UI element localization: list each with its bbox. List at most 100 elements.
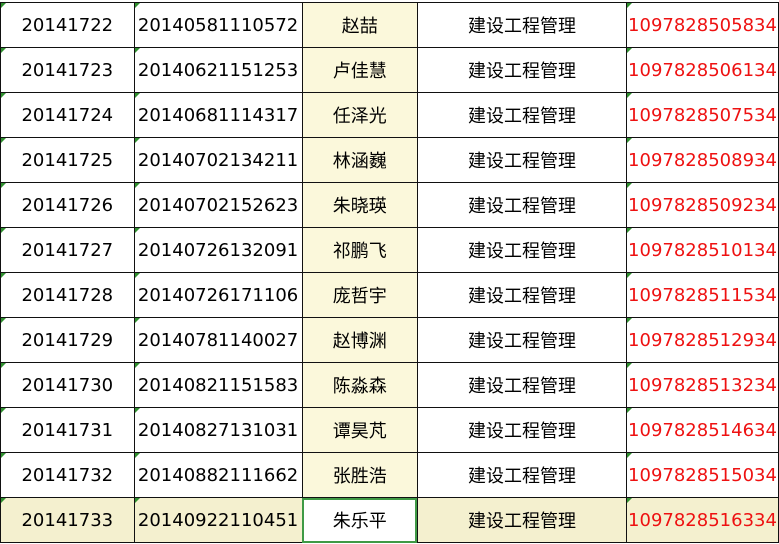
cell-student-name[interactable]: 朱晓瑛 bbox=[301, 182, 418, 228]
number-as-text-marker-icon bbox=[1, 498, 6, 503]
cell-student-name-text: 卢佳慧 bbox=[332, 61, 387, 82]
cell-major[interactable]: 建设工程管理 bbox=[416, 317, 628, 363]
cell-student-id[interactable]: 20141729 bbox=[0, 317, 135, 363]
cell-major[interactable]: 建设工程管理 bbox=[416, 452, 628, 498]
cell-student-name-text: 祁鹏飞 bbox=[332, 241, 387, 262]
cell-student-id[interactable]: 20141726 bbox=[0, 182, 135, 228]
cell-card-number-text: 1097828515034 bbox=[628, 464, 777, 486]
cell-student-name[interactable]: 庞哲宇 bbox=[301, 272, 418, 318]
cell-student-id-text: 20141731 bbox=[21, 419, 114, 441]
cell-card-number[interactable]: 1097828510134 bbox=[626, 227, 779, 273]
cell-major[interactable]: 建设工程管理 bbox=[416, 92, 628, 138]
number-as-text-marker-icon bbox=[627, 138, 632, 143]
cell-student-name[interactable]: 赵喆 bbox=[301, 2, 418, 48]
number-as-text-marker-icon bbox=[135, 93, 140, 98]
cell-major-text: 建设工程管理 bbox=[467, 286, 576, 307]
cell-card-number-text: 1097828512934 bbox=[628, 329, 777, 351]
cell-card-number[interactable]: 1097828511534 bbox=[626, 272, 779, 318]
number-as-text-marker-icon bbox=[627, 363, 632, 368]
number-as-text-marker-icon bbox=[1, 453, 6, 458]
cell-student-name-text: 赵喆 bbox=[341, 16, 378, 37]
cell-card-number[interactable]: 1097828516334 bbox=[626, 497, 779, 543]
cell-student-id[interactable]: 20141733 bbox=[0, 497, 135, 543]
cell-exam-code[interactable]: 20140882111662 bbox=[133, 452, 303, 498]
cell-major-text: 建设工程管理 bbox=[467, 16, 576, 37]
cell-card-number[interactable]: 1097828508934 bbox=[626, 137, 779, 183]
cell-student-name-text: 陈淼森 bbox=[332, 376, 387, 397]
cell-exam-code[interactable]: 20140827131031 bbox=[133, 407, 303, 453]
cell-student-id[interactable]: 20141722 bbox=[0, 2, 135, 48]
cell-student-id[interactable]: 20141725 bbox=[0, 137, 135, 183]
number-as-text-marker-icon bbox=[135, 498, 140, 503]
cell-major[interactable]: 建设工程管理 bbox=[416, 362, 628, 408]
table-row: 20141724 20140681114317 任泽光 建设工程管理 109782850… bbox=[0, 92, 779, 138]
number-as-text-marker-icon bbox=[1, 3, 6, 8]
cell-student-id[interactable]: 20141731 bbox=[0, 407, 135, 453]
cell-student-id[interactable]: 20141723 bbox=[0, 47, 135, 93]
cell-student-name[interactable]: 赵博渊 bbox=[301, 317, 418, 363]
number-as-text-marker-icon bbox=[627, 93, 632, 98]
cell-student-name[interactable]: 卢佳慧 bbox=[301, 47, 418, 93]
cell-student-id-text: 20141727 bbox=[21, 239, 114, 261]
cell-major-text: 建设工程管理 bbox=[467, 331, 576, 352]
cell-exam-code-text: 20140922110451 bbox=[137, 509, 299, 531]
cell-major[interactable]: 建设工程管理 bbox=[416, 2, 628, 48]
table-row: 20141733 20140922110451 朱乐平 建设工程管理 109782851… bbox=[0, 497, 779, 543]
cell-card-number[interactable]: 1097828505834 bbox=[626, 2, 779, 48]
number-as-text-marker-icon bbox=[627, 48, 632, 53]
cell-student-name[interactable]: 朱乐平 bbox=[301, 497, 418, 543]
cell-major-text: 建设工程管理 bbox=[467, 196, 576, 217]
number-as-text-marker-icon bbox=[627, 453, 632, 458]
cell-student-name[interactable]: 林涵巍 bbox=[301, 137, 418, 183]
cell-major[interactable]: 建设工程管理 bbox=[416, 497, 628, 543]
number-as-text-marker-icon bbox=[135, 228, 140, 233]
cell-card-number[interactable]: 1097828515034 bbox=[626, 452, 779, 498]
cell-card-number-text: 1097828510134 bbox=[628, 239, 777, 261]
cell-major[interactable]: 建设工程管理 bbox=[416, 227, 628, 273]
cell-major[interactable]: 建设工程管理 bbox=[416, 137, 628, 183]
cell-exam-code[interactable]: 20140702134211 bbox=[133, 137, 303, 183]
cell-student-name-text: 谭昊芃 bbox=[332, 421, 387, 442]
cell-student-id[interactable]: 20141732 bbox=[0, 452, 135, 498]
cell-exam-code[interactable]: 20140581110572 bbox=[133, 2, 303, 48]
number-as-text-marker-icon bbox=[135, 48, 140, 53]
cell-card-number[interactable]: 1097828506134 bbox=[626, 47, 779, 93]
cell-major[interactable]: 建设工程管理 bbox=[416, 407, 628, 453]
cell-major-text: 建设工程管理 bbox=[467, 376, 576, 397]
number-as-text-marker-icon bbox=[627, 498, 632, 503]
cell-major[interactable]: 建设工程管理 bbox=[416, 47, 628, 93]
cell-card-number[interactable]: 1097828509234 bbox=[626, 182, 779, 228]
cell-exam-code[interactable]: 20140621151253 bbox=[133, 47, 303, 93]
cell-exam-code[interactable]: 20140726171106 bbox=[133, 272, 303, 318]
table-row: 20141723 20140621151253 卢佳慧 建设工程管理 109782850… bbox=[0, 47, 779, 93]
cell-exam-code[interactable]: 20140781140027 bbox=[133, 317, 303, 363]
cell-major[interactable]: 建设工程管理 bbox=[416, 182, 628, 228]
cell-student-id[interactable]: 20141727 bbox=[0, 227, 135, 273]
cell-exam-code[interactable]: 20140922110451 bbox=[133, 497, 303, 543]
cell-card-number[interactable]: 1097828512934 bbox=[626, 317, 779, 363]
cell-exam-code-text: 20140621151253 bbox=[137, 59, 299, 81]
cell-student-name[interactable]: 任泽光 bbox=[301, 92, 418, 138]
cell-exam-code[interactable]: 20140726132091 bbox=[133, 227, 303, 273]
cell-student-id-text: 20141725 bbox=[21, 149, 114, 171]
cell-student-id[interactable]: 20141728 bbox=[0, 272, 135, 318]
cell-student-name[interactable]: 祁鹏飞 bbox=[301, 227, 418, 273]
cell-major[interactable]: 建设工程管理 bbox=[416, 272, 628, 318]
cell-student-name[interactable]: 谭昊芃 bbox=[301, 407, 418, 453]
cell-card-number[interactable]: 1097828513234 bbox=[626, 362, 779, 408]
cell-student-id[interactable]: 20141724 bbox=[0, 92, 135, 138]
cell-exam-code[interactable]: 20140821151583 bbox=[133, 362, 303, 408]
cell-student-name[interactable]: 张胜浩 bbox=[301, 452, 418, 498]
cell-card-number[interactable]: 1097828507534 bbox=[626, 92, 779, 138]
cell-exam-code[interactable]: 20140681114317 bbox=[133, 92, 303, 138]
table-row: 20141722 20140581110572 赵喆 建设工程管理 1097828505… bbox=[0, 2, 779, 48]
table-row: 20141730 20140821151583 陈淼森 建设工程管理 109782851… bbox=[0, 362, 779, 408]
table-row: 20141728 20140726171106 庞哲宇 建设工程管理 109782851… bbox=[0, 272, 779, 318]
cell-student-id[interactable]: 20141730 bbox=[0, 362, 135, 408]
cell-student-id-text: 20141730 bbox=[21, 374, 114, 396]
cell-major-text: 建设工程管理 bbox=[467, 151, 576, 172]
cell-card-number[interactable]: 1097828514634 bbox=[626, 407, 779, 453]
cell-student-name[interactable]: 陈淼森 bbox=[301, 362, 418, 408]
cell-exam-code[interactable]: 20140702152623 bbox=[133, 182, 303, 228]
spreadsheet-grid: 20141722 20140581110572 赵喆 建设工程管理 1097828505… bbox=[0, 0, 779, 544]
